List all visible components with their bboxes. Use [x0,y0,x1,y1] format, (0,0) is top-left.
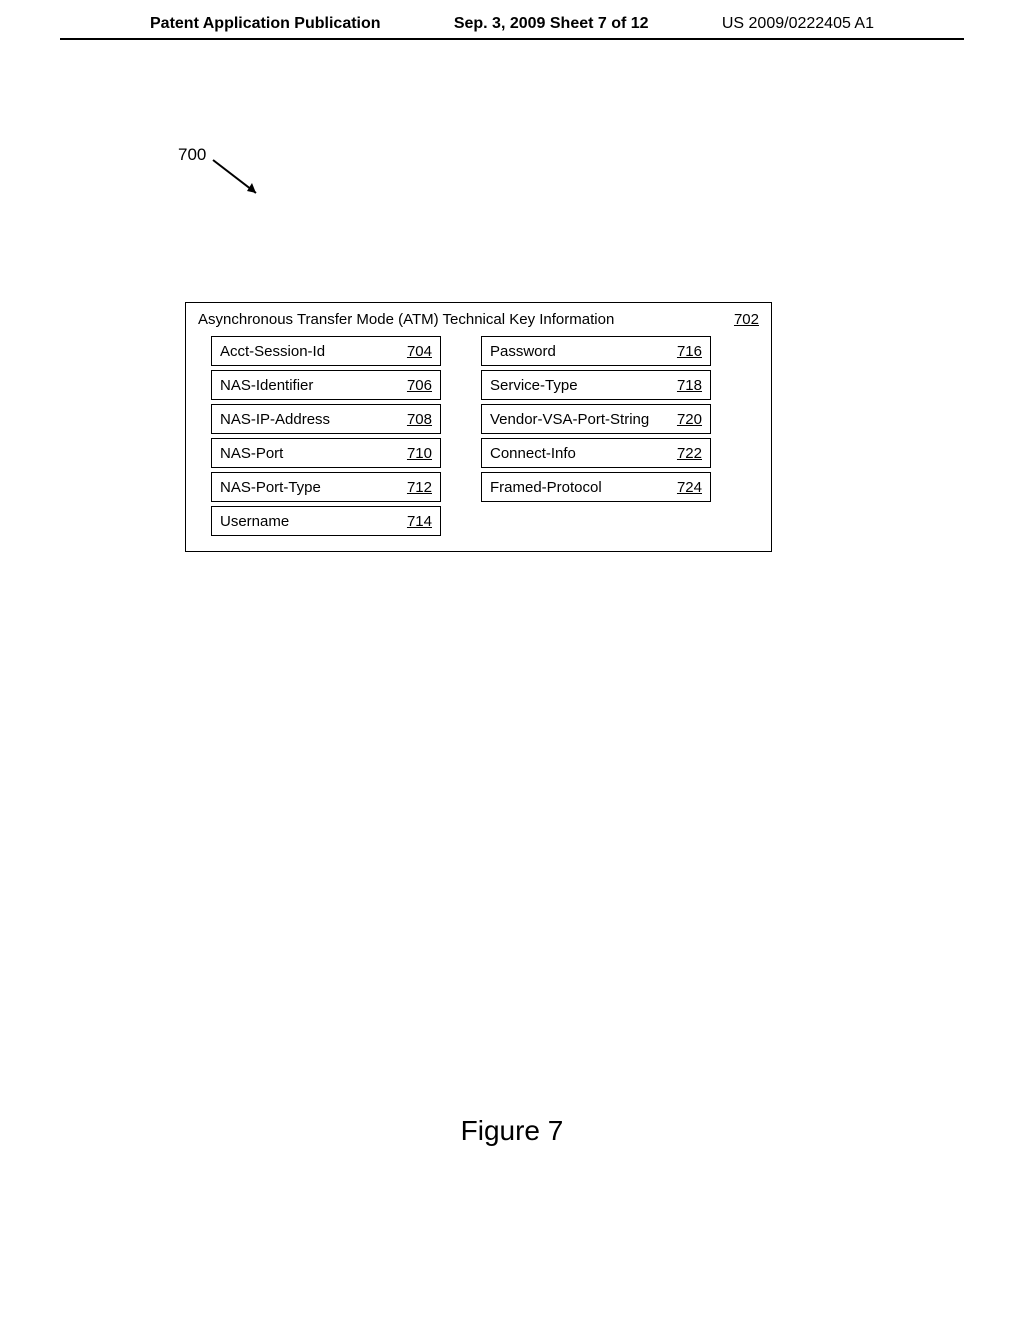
field-ref: 720 [677,411,702,428]
field-nas-identifier: NAS-Identifier 706 [211,370,441,400]
field-password: Password 716 [481,336,711,366]
header-right: US 2009/0222405 A1 [722,15,874,33]
field-ref: 718 [677,377,702,394]
field-username: Username 714 [211,506,441,536]
field-label: NAS-Identifier [220,377,313,394]
field-ref: 710 [407,445,432,462]
arrow-icon [208,155,278,205]
header-center: Sep. 3, 2009 Sheet 7 of 12 [454,15,649,33]
left-column: Acct-Session-Id 704 NAS-Identifier 706 N… [211,336,441,536]
field-framed-protocol: Framed-Protocol 724 [481,472,711,502]
field-label: NAS-Port-Type [220,479,321,496]
field-ref: 716 [677,343,702,360]
page-header: Patent Application Publication Sep. 3, 2… [60,0,964,40]
field-connect-info: Connect-Info 722 [481,438,711,468]
field-ref: 708 [407,411,432,428]
columns-wrap: Acct-Session-Id 704 NAS-Identifier 706 N… [196,336,761,536]
field-label: NAS-Port [220,445,283,462]
field-nas-port-type: NAS-Port-Type 712 [211,472,441,502]
field-label: Framed-Protocol [490,479,602,496]
field-ref: 712 [407,479,432,496]
field-nas-ip-address: NAS-IP-Address 708 [211,404,441,434]
field-ref: 706 [407,377,432,394]
field-ref: 714 [407,513,432,530]
field-nas-port: NAS-Port 710 [211,438,441,468]
field-label: Connect-Info [490,445,576,462]
main-title-row: Asynchronous Transfer Mode (ATM) Technic… [196,311,761,336]
field-vendor-vsa-port-string: Vendor-VSA-Port-String 720 [481,404,711,434]
field-label: Vendor-VSA-Port-String [490,411,649,428]
field-service-type: Service-Type 718 [481,370,711,400]
main-box-ref: 702 [734,311,759,328]
field-ref: 722 [677,445,702,462]
field-acct-session-id: Acct-Session-Id 704 [211,336,441,366]
field-ref: 704 [407,343,432,360]
figure-caption: Figure 7 [0,1115,1024,1147]
field-label: Password [490,343,556,360]
field-label: NAS-IP-Address [220,411,330,428]
field-ref: 724 [677,479,702,496]
main-box-title: Asynchronous Transfer Mode (ATM) Technic… [198,311,614,328]
figure-ref-label: 700 [178,145,206,165]
field-label: Username [220,513,289,530]
right-column: Password 716 Service-Type 718 Vendor-VSA… [481,336,711,536]
header-left: Patent Application Publication [150,15,381,33]
field-label: Service-Type [490,377,578,394]
field-label: Acct-Session-Id [220,343,325,360]
main-box: Asynchronous Transfer Mode (ATM) Technic… [185,302,772,552]
